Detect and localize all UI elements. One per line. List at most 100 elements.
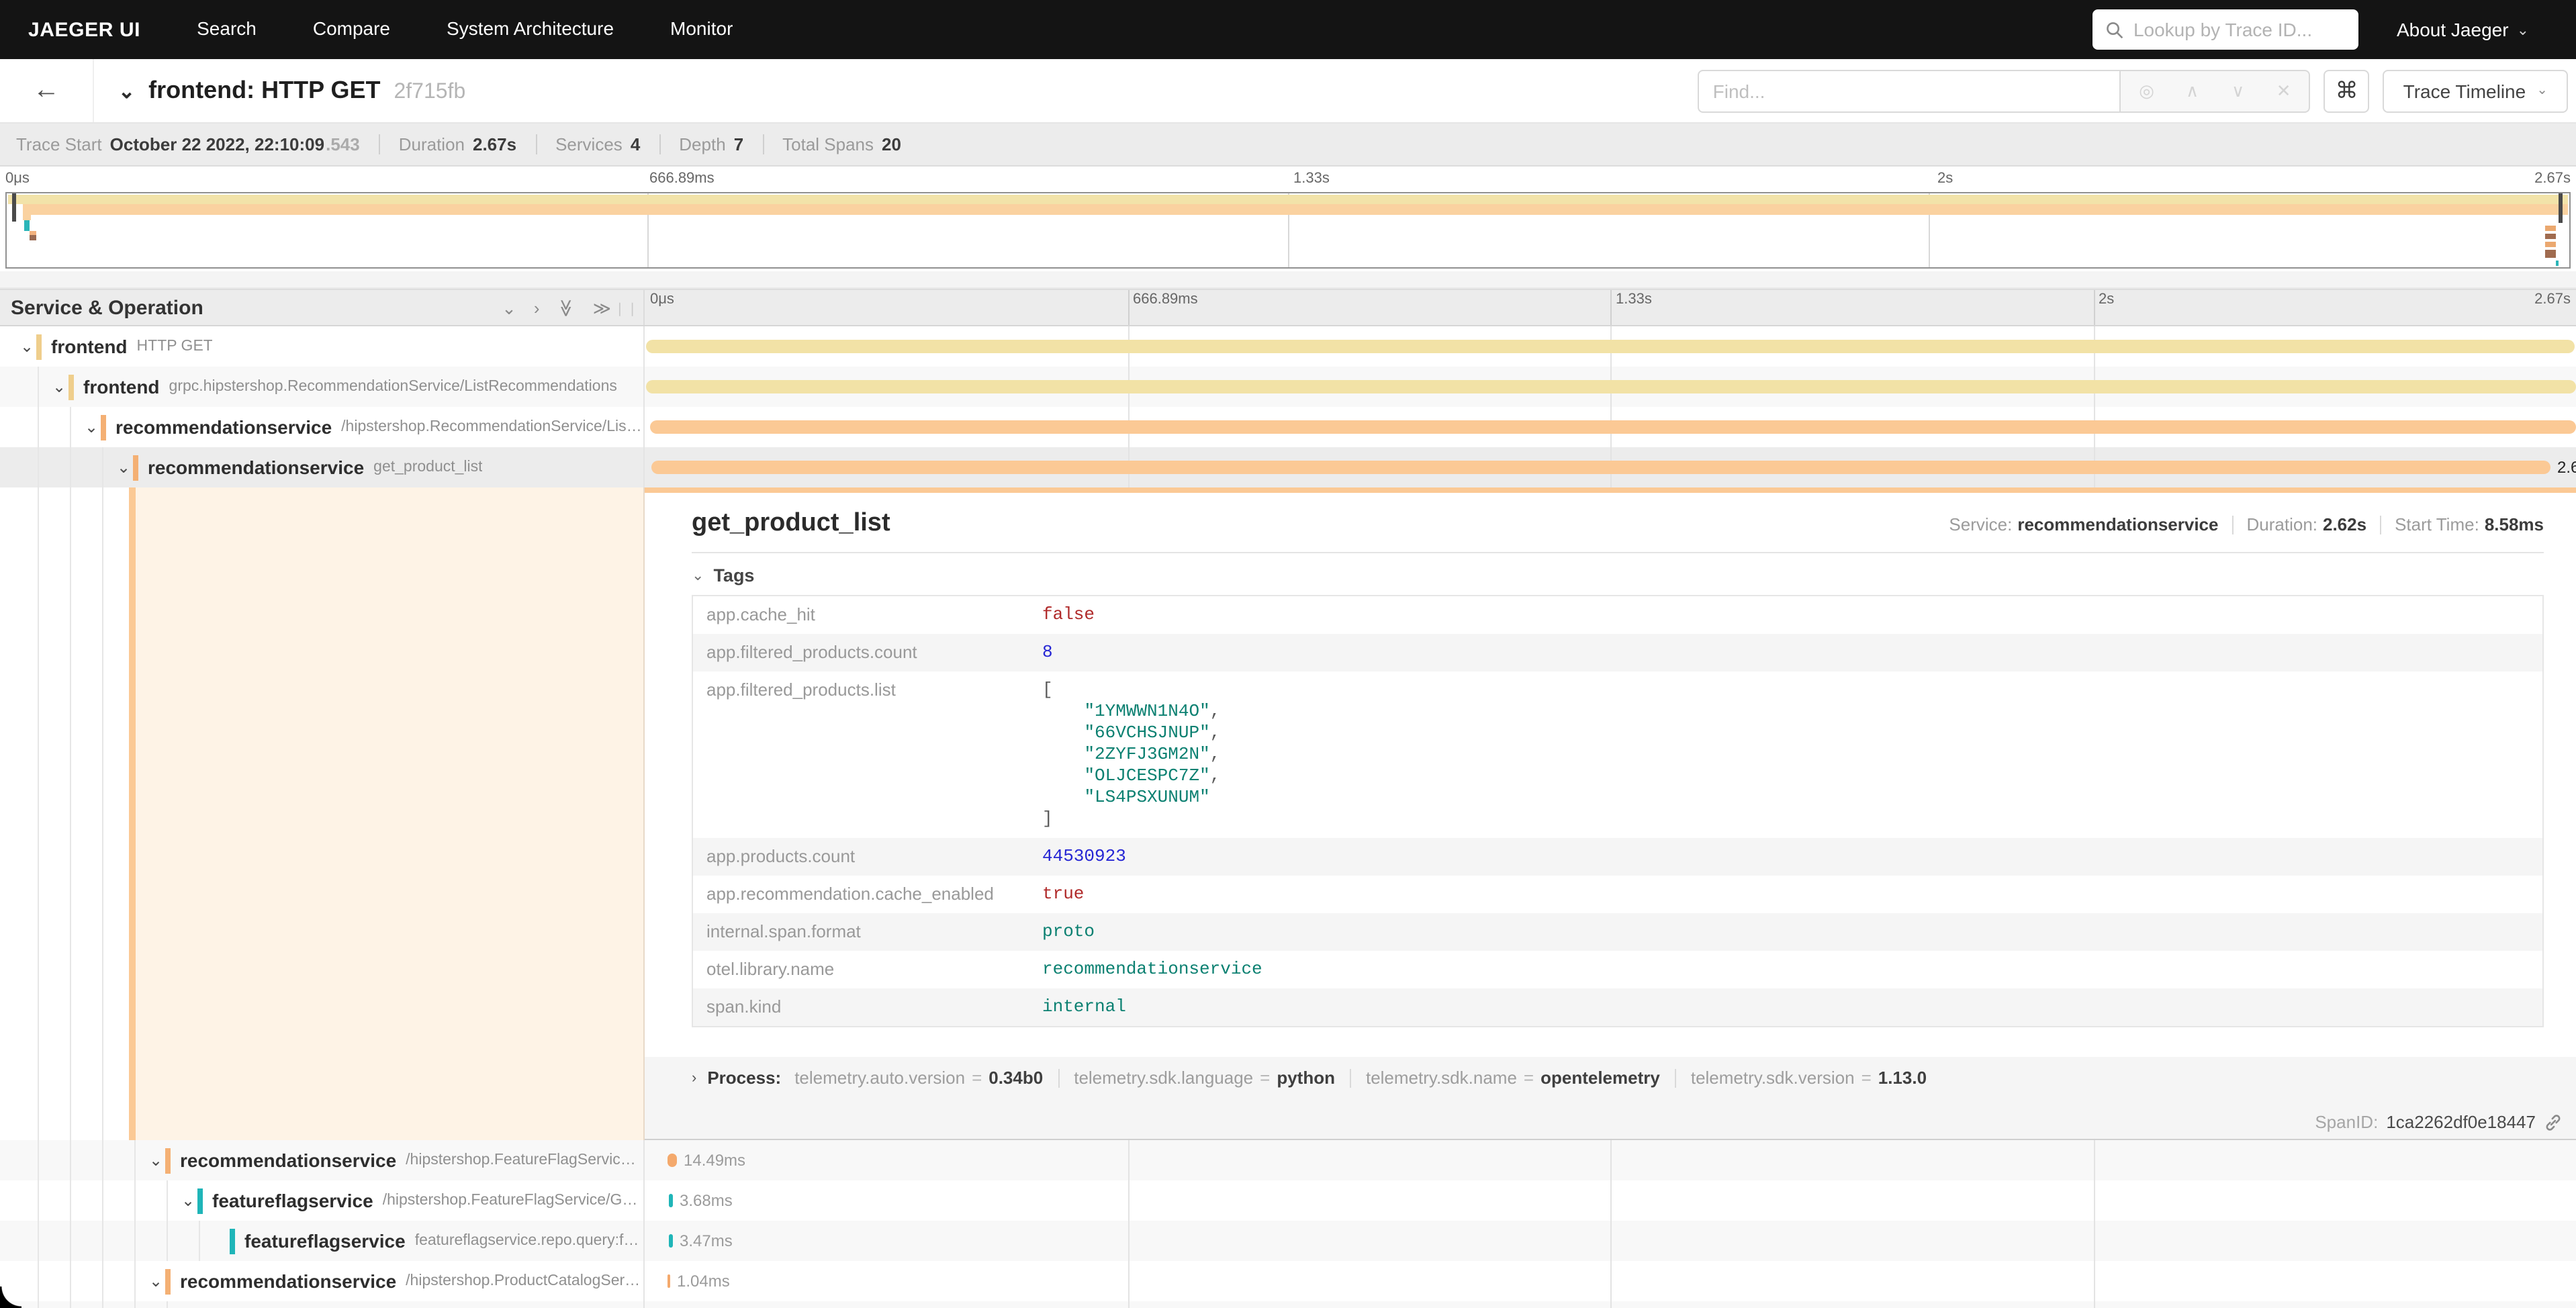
time-tick-label: 0μs bbox=[5, 171, 30, 187]
span-name-cell[interactable]: ⌄frontendgrpc.hipstershop.Recommendation… bbox=[0, 367, 645, 407]
span-timeline-cell[interactable] bbox=[645, 1301, 2576, 1308]
span-row-featureflagservice[interactable]: ⌄featureflagservice/hipstershop.FeatureF… bbox=[0, 1180, 2576, 1221]
span-timeline-cell[interactable] bbox=[645, 367, 2576, 407]
span-row-frontend[interactable]: ⌄frontendgrpc.hipstershop.Recommendation… bbox=[0, 367, 2576, 407]
tag-value: false bbox=[1029, 596, 1108, 634]
trace-minimap[interactable] bbox=[5, 192, 2571, 269]
span-row-recommendationservice[interactable]: ⌄recommendationservice/hipstershop.Featu… bbox=[0, 1140, 2576, 1180]
minimap-left-scrubber[interactable] bbox=[12, 193, 16, 222]
span-timeline-cell[interactable]: 3.68ms bbox=[645, 1180, 2576, 1221]
span-row[interactable] bbox=[0, 1301, 2576, 1308]
copy-link-icon[interactable] bbox=[2544, 1113, 2563, 1131]
span-duration-bar[interactable] bbox=[668, 1154, 677, 1167]
tag-row[interactable]: internal.span.formatproto bbox=[693, 913, 2542, 951]
nav-item-monitor[interactable]: Monitor bbox=[670, 17, 733, 39]
trace-summary-bar: Trace StartOctober 22 2022, 22:10:09.543… bbox=[0, 124, 2576, 167]
span-name-cell[interactable]: ⌄featureflagservice/hipstershop.FeatureF… bbox=[0, 1180, 645, 1221]
span-row-recommendationservice[interactable]: ⌄recommendationserviceget_product_list 2.… bbox=[0, 447, 2576, 487]
span-timeline-cell[interactable] bbox=[645, 326, 2576, 367]
span-duration-bar[interactable] bbox=[646, 340, 2575, 353]
span-row-frontend[interactable]: ⌄frontendHTTP GET bbox=[0, 326, 2576, 367]
span-duration-bar[interactable] bbox=[668, 1274, 670, 1288]
span-timeline-cell[interactable]: 3.47ms bbox=[645, 1221, 2576, 1261]
tags-accordion-toggle[interactable]: ⌄ Tags bbox=[692, 565, 2544, 586]
nav-item-search[interactable]: Search bbox=[197, 17, 257, 39]
span-row-recommendationservice[interactable]: ⌄recommendationservice/hipstershop.Recom… bbox=[0, 407, 2576, 447]
collapse-all-icon[interactable]: ≫ bbox=[557, 298, 575, 316]
service-color-bar bbox=[68, 374, 74, 400]
tag-row[interactable]: otel.library.namerecommendationservice bbox=[693, 951, 2542, 988]
expand-one-icon[interactable]: › bbox=[534, 299, 540, 316]
row-toggle-chevron-icon[interactable]: ⌄ bbox=[146, 1151, 165, 1170]
row-toggle-chevron-icon[interactable]: ⌄ bbox=[114, 458, 133, 477]
span-timeline-cell[interactable]: 2.62s bbox=[645, 447, 2576, 487]
jaeger-logo[interactable]: JAEGER UI bbox=[28, 18, 140, 41]
tag-key: app.cache_hit bbox=[693, 596, 1029, 634]
tag-row[interactable]: span.kindinternal bbox=[693, 988, 2542, 1026]
row-toggle-chevron-icon[interactable]: ⌄ bbox=[82, 418, 101, 436]
span-name-cell[interactable]: featureflagservicefeatureflagservice.rep… bbox=[0, 1221, 645, 1261]
chevron-down-icon: ⌄ bbox=[2536, 83, 2548, 98]
span-name-cell[interactable]: ⌄recommendationservice/hipstershop.Recom… bbox=[0, 407, 645, 447]
nav-item-system-architecture[interactable]: System Architecture bbox=[447, 17, 614, 39]
tag-row[interactable]: app.filtered_products.count8 bbox=[693, 634, 2542, 671]
nav-items: Search Compare System Architecture Monitor bbox=[197, 17, 789, 42]
summary-trace-start: Trace StartOctober 22 2022, 22:10:09.543 bbox=[16, 134, 360, 154]
tag-value: proto bbox=[1029, 913, 1108, 951]
span-name-cell[interactable]: ⌄recommendationservice/hipstershop.Featu… bbox=[0, 1140, 645, 1180]
clear-find-icon[interactable]: ✕ bbox=[2274, 80, 2293, 101]
span-timeline-cell[interactable]: 14.49ms bbox=[645, 1140, 2576, 1180]
trace-collapse-chevron-icon[interactable]: ⌄ bbox=[118, 79, 135, 103]
tag-row[interactable]: app.filtered_products.list[ "1YMWWN1N4O"… bbox=[693, 671, 2542, 838]
span-name-cell[interactable] bbox=[0, 1301, 645, 1308]
span-duration-bar[interactable] bbox=[646, 380, 2576, 393]
row-toggle-chevron-icon[interactable]: ⌄ bbox=[17, 337, 36, 356]
time-tick-label: 0μs bbox=[650, 291, 674, 308]
minimap-right-scrubber[interactable] bbox=[2559, 193, 2563, 223]
tag-row[interactable]: app.cache_hitfalse bbox=[693, 596, 2542, 634]
row-toggle-chevron-icon[interactable]: ⌄ bbox=[146, 1272, 165, 1291]
find-input[interactable]: Find... bbox=[1698, 69, 2121, 112]
span-duration-bar[interactable] bbox=[669, 1234, 673, 1248]
collapse-one-icon[interactable]: ⌄ bbox=[502, 299, 516, 316]
service-color-bar bbox=[101, 414, 106, 440]
span-row-recommendationservice[interactable]: ⌄recommendationservice/hipstershop.Produ… bbox=[0, 1261, 2576, 1301]
match-highlight-icon[interactable]: ◎ bbox=[2137, 80, 2156, 101]
trace-lookup-input[interactable]: Lookup by Trace ID... bbox=[2093, 9, 2359, 50]
process-accordion[interactable]: › Process: telemetry.auto.version=0.34b0… bbox=[645, 1057, 2576, 1088]
service-name: featureflagservice bbox=[244, 1230, 406, 1252]
service-operation-header: Service & Operation bbox=[11, 296, 203, 319]
span-name-cell[interactable]: ⌄recommendationserviceget_product_list bbox=[0, 447, 645, 487]
span-duration-bar[interactable] bbox=[650, 420, 2576, 434]
row-toggle-chevron-icon[interactable]: ⌄ bbox=[179, 1191, 197, 1210]
span-timeline-cell[interactable]: 1.04ms bbox=[645, 1261, 2576, 1301]
span-meta: Service:recommendationserviceDuration:2.… bbox=[1949, 514, 2544, 534]
process-tag: telemetry.sdk.version=1.13.0 bbox=[1691, 1068, 1927, 1088]
find-toolbar: ◎ ∧ ∨ ✕ bbox=[2121, 69, 2311, 112]
span-name-cell[interactable]: ⌄frontendHTTP GET bbox=[0, 326, 645, 367]
back-button[interactable]: ← bbox=[0, 59, 94, 122]
next-match-icon[interactable]: ∨ bbox=[2229, 80, 2248, 101]
span-duration-bar[interactable] bbox=[669, 1194, 673, 1207]
prev-match-icon[interactable]: ∧ bbox=[2183, 80, 2202, 101]
span-duration-label: 2.62s bbox=[2557, 458, 2576, 477]
trace-view-selector[interactable]: Trace Timeline ⌄ bbox=[2383, 69, 2568, 112]
keyboard-shortcuts-button[interactable]: ⌘ bbox=[2324, 69, 2370, 112]
minimap-span-small bbox=[2545, 226, 2556, 231]
span-duration-label: 3.68ms bbox=[680, 1191, 733, 1210]
column-resizer-handle[interactable]: ❘❘ bbox=[614, 302, 639, 317]
expand-all-icon[interactable]: ≫ bbox=[593, 299, 611, 316]
service-name: recommendationservice bbox=[180, 1270, 396, 1292]
span-timeline-cell[interactable] bbox=[645, 407, 2576, 447]
tag-row[interactable]: app.products.count44530923 bbox=[693, 838, 2542, 876]
tag-row[interactable]: app.recommendation.cache_enabledtrue bbox=[693, 876, 2542, 913]
row-toggle-chevron-icon[interactable]: ⌄ bbox=[50, 377, 68, 396]
minimap-span-frontend bbox=[8, 195, 2568, 204]
nav-item-compare[interactable]: Compare bbox=[313, 17, 390, 39]
span-duration-bar[interactable] bbox=[651, 461, 2550, 474]
span-name-cell[interactable]: ⌄recommendationservice/hipstershop.Produ… bbox=[0, 1261, 645, 1301]
span-row-featureflagservice[interactable]: featureflagservicefeatureflagservice.rep… bbox=[0, 1221, 2576, 1261]
span-rows-top: ⌄frontendHTTP GET⌄frontendgrpc.hipstersh… bbox=[0, 326, 2576, 487]
chevron-down-icon: ⌄ bbox=[692, 567, 704, 584]
about-jaeger-menu[interactable]: About Jaeger ⌄ bbox=[2397, 19, 2529, 40]
